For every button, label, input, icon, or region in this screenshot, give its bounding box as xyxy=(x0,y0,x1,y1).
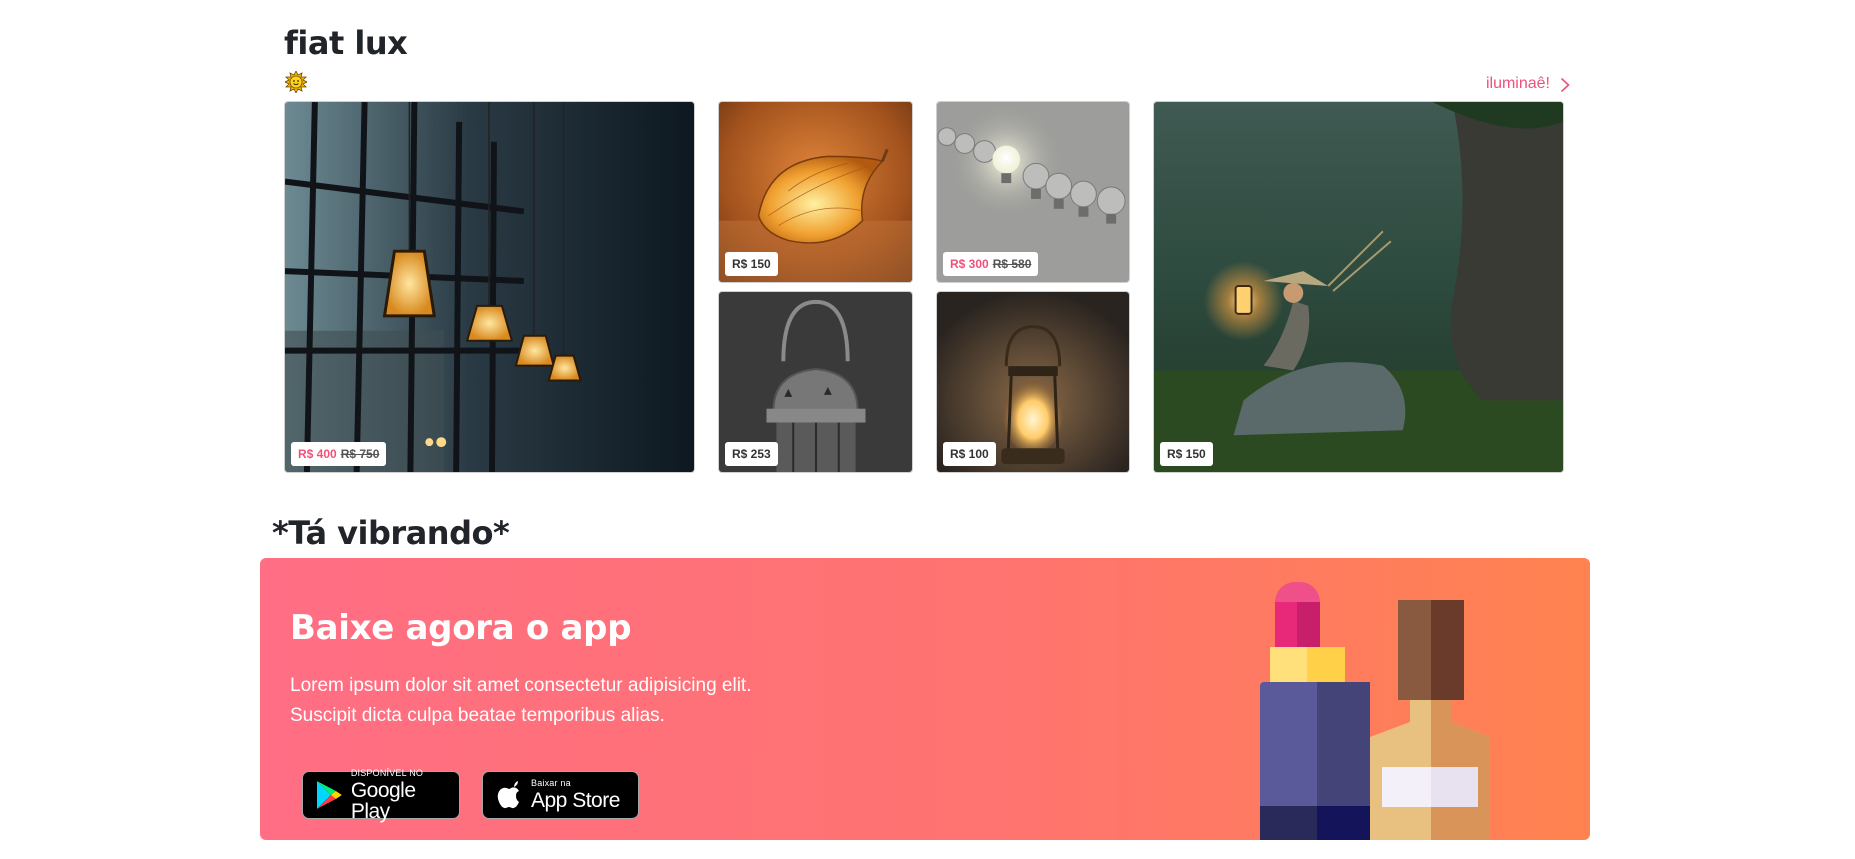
price: R$ 150 xyxy=(1167,447,1206,461)
product-tile[interactable]: R$ 150 xyxy=(1153,101,1564,473)
price: R$ 300 xyxy=(950,257,989,271)
app-store-button[interactable]: Baixar na App Store xyxy=(482,771,639,819)
see-all-link[interactable]: iluminaê! xyxy=(1486,75,1570,93)
app-store-small: Baixar na xyxy=(531,778,571,788)
product-tile[interactable]: R$ 100 xyxy=(936,291,1130,473)
cosmetics-illustration xyxy=(1260,582,1490,840)
banner-title: Baixe agora o app xyxy=(290,608,632,648)
app-download-banner: Baixe agora o app Lorem ipsum dolor sit … xyxy=(260,558,1590,840)
sun-icon xyxy=(285,71,307,93)
google-play-button[interactable]: DISPONÍVEL NO Google Play xyxy=(302,767,460,823)
chevron-right-icon xyxy=(1560,77,1570,93)
banner-text-line2: Suscipit dicta culpa beatae temporibus a… xyxy=(290,705,665,726)
price-tag: R$ 100 xyxy=(943,442,996,466)
google-play-icon xyxy=(316,781,342,809)
price: R$ 253 xyxy=(732,447,771,461)
product-tile[interactable]: R$ 300 R$ 580 xyxy=(936,101,1130,283)
product-tile[interactable]: R$ 150 xyxy=(718,101,913,283)
price-tag: R$ 253 xyxy=(725,442,778,466)
price: R$ 400 xyxy=(298,447,337,461)
banner-text: Lorem ipsum dolor sit amet consectetur a… xyxy=(290,671,850,731)
price-tag: R$ 400 R$ 750 xyxy=(291,442,387,466)
old-price: R$ 750 xyxy=(340,447,380,461)
banner-text-line1: Lorem ipsum dolor sit amet consectetur a… xyxy=(290,675,752,696)
section-title: fiat lux xyxy=(284,24,408,62)
old-price: R$ 580 xyxy=(992,257,1032,271)
price-tag: R$ 150 xyxy=(725,252,778,276)
product-image xyxy=(1154,102,1563,472)
price-tag: R$ 150 xyxy=(1160,442,1213,466)
price: R$ 100 xyxy=(950,447,989,461)
product-tile[interactable]: R$ 400 R$ 750 xyxy=(284,101,695,473)
product-image xyxy=(285,102,694,472)
see-all-label: iluminaê! xyxy=(1485,75,1550,92)
product-tile[interactable]: R$ 253 xyxy=(718,291,913,473)
google-play-big: Google Play xyxy=(350,778,416,823)
vibe-title: *Tá vibrando* xyxy=(272,514,510,552)
price-tag: R$ 300 R$ 580 xyxy=(943,252,1039,276)
price: R$ 150 xyxy=(732,257,771,271)
apple-icon xyxy=(497,781,519,809)
app-store-big: App Store xyxy=(531,789,620,812)
google-play-small: DISPONÍVEL NO xyxy=(350,767,424,778)
